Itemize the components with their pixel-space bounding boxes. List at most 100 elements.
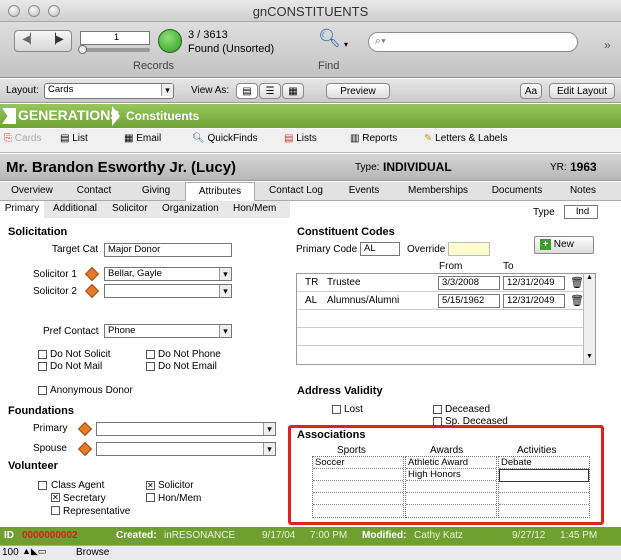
foundation-primary-select[interactable] (96, 422, 276, 436)
nav-email[interactable]: ▦ Email (124, 133, 161, 144)
tab-overview[interactable]: Overview (0, 182, 64, 201)
do-not-solicit-checkbox[interactable] (38, 350, 47, 359)
tab-memberships[interactable]: Memberships (398, 182, 478, 201)
awards-item[interactable] (406, 505, 496, 517)
awards-item[interactable]: Athletic Award (406, 457, 496, 469)
nav-lists[interactable]: ▤ Lists (284, 133, 317, 144)
tab-events[interactable]: Events (334, 182, 394, 201)
do-not-email-checkbox[interactable] (146, 362, 155, 371)
codes-scrollbar[interactable]: ▲ ▼ (583, 274, 595, 364)
solicitor-checkbox[interactable] (146, 481, 155, 490)
search-field[interactable]: ⌕▾ (368, 32, 578, 52)
toolbar-overflow-icon[interactable]: » (604, 38, 611, 52)
representative-checkbox[interactable] (51, 506, 60, 515)
delete-trash-icon[interactable]: 🗑︎ (570, 294, 584, 307)
code-cell: AL (305, 295, 318, 306)
sports-item[interactable] (313, 481, 403, 493)
mode-label[interactable]: Browse (76, 547, 109, 558)
zoom-controls-icon[interactable]: ▲◣▭ (22, 546, 46, 557)
do-not-mail-checkbox[interactable] (38, 362, 47, 371)
class-agent-checkbox[interactable] (38, 481, 47, 490)
tab-contact-log[interactable]: Contact Log (258, 182, 334, 201)
code-from-field[interactable]: 3/3/2008 (438, 276, 500, 290)
activities-item[interactable]: Debate (499, 457, 589, 469)
nav-list[interactable]: ▤ List (60, 133, 88, 144)
edit-layout-button[interactable]: Edit Layout (549, 83, 615, 99)
solicitor1-select[interactable]: Bellar, Gayle (104, 267, 232, 281)
activities-item[interactable] (499, 505, 589, 517)
solicitor1-lookup-icon[interactable] (84, 266, 100, 282)
record-slider[interactable] (78, 45, 150, 54)
pref-contact-label: Pref Contact (43, 326, 99, 337)
tab-attributes[interactable]: Attributes (185, 182, 255, 202)
sports-item[interactable] (313, 469, 403, 481)
scroll-up-icon[interactable]: ▲ (586, 274, 593, 281)
primary-code-field[interactable]: AL (360, 242, 400, 256)
next-record-icon[interactable]: ▕▶ (45, 34, 67, 49)
solicitor2-select[interactable] (104, 284, 232, 298)
awards-item[interactable] (406, 493, 496, 505)
hon-mem-checkbox[interactable] (146, 493, 155, 502)
codes-portal: TR Trustee 3/3/2008 12/31/2049 🗑︎ AL Alu… (296, 273, 596, 365)
deceased-checkbox[interactable] (433, 405, 442, 414)
foundation-primary-lookup-icon[interactable] (77, 421, 93, 437)
awards-item[interactable] (406, 481, 496, 493)
subtab-organization[interactable]: Organization (162, 203, 219, 214)
previous-record-icon[interactable]: ◀▏ (19, 34, 41, 49)
subtab-solicitor[interactable]: Solicitor (112, 203, 148, 214)
sports-item[interactable]: Soccer (313, 457, 403, 469)
nav-cards[interactable]: ⎘ Cards (4, 133, 41, 144)
nav-letters-labels[interactable]: ✎ Letters & Labels (424, 133, 507, 144)
tab-documents[interactable]: Documents (482, 182, 552, 201)
code-from-field[interactable]: 5/15/1962 (438, 294, 500, 308)
activities-item[interactable] (499, 493, 589, 505)
subtab-hon-mem[interactable]: Hon/Mem (233, 203, 276, 214)
subtab-additional[interactable]: Additional (53, 203, 97, 214)
do-not-phone-checkbox[interactable] (146, 350, 155, 359)
pref-contact-select[interactable]: Phone (104, 324, 232, 338)
format-bar-button[interactable]: Aa (520, 83, 542, 99)
awards-item[interactable]: High Honors (406, 469, 496, 481)
activities-item[interactable] (499, 482, 589, 493)
view-as-table-button[interactable]: ▦ (282, 83, 304, 99)
record-slider-thumb[interactable] (78, 45, 87, 54)
anonymous-donor-checkbox[interactable] (38, 386, 47, 395)
scroll-down-icon[interactable]: ▼ (586, 353, 593, 360)
find-magnifier-icon[interactable]: 🔍︎ (318, 28, 346, 52)
zoom-level[interactable]: 100 (2, 547, 19, 558)
override-field[interactable] (448, 242, 490, 256)
code-to-field[interactable]: 12/31/2049 (503, 294, 565, 308)
tab-contact[interactable]: Contact (64, 182, 124, 201)
nav-quickfinds[interactable]: 🔍︎ QuickFinds (192, 133, 258, 144)
preview-button[interactable]: Preview (326, 83, 390, 99)
record-navigator[interactable]: ◀▏ ▕▶ (14, 30, 72, 52)
subtab-primary[interactable]: Primary (0, 201, 44, 218)
delete-trash-icon[interactable]: 🗑︎ (570, 276, 584, 289)
activities-header: Activities (517, 445, 557, 456)
layout-select[interactable]: Cards (44, 83, 174, 99)
module-nav: ⎘ Cards ▤ List ▦ Email 🔍︎ QuickFinds ▤ L… (0, 129, 621, 153)
view-as-form-button[interactable]: ▤ (236, 83, 258, 99)
tab-giving[interactable]: Giving (124, 182, 188, 201)
record-type-field[interactable]: Ind (564, 205, 598, 219)
foundation-spouse-lookup-icon[interactable] (77, 441, 93, 457)
new-code-label: New (553, 239, 574, 250)
pref-contact-value: Phone (108, 325, 136, 336)
sub-tabs: Primary Additional Solicitor Organizatio… (0, 201, 290, 218)
sports-item[interactable] (313, 505, 403, 517)
lost-checkbox[interactable] (332, 405, 341, 414)
target-cat-field[interactable]: Major Donor (104, 243, 232, 257)
secretary-checkbox[interactable] (51, 493, 60, 502)
new-code-button[interactable]: + New (534, 236, 594, 254)
record-number-input[interactable]: 1 (80, 31, 150, 45)
view-as-list-button[interactable]: ☰ (259, 83, 281, 99)
foundation-spouse-select[interactable] (96, 442, 276, 456)
do-not-solicit-label: Do Not Solicit (50, 349, 111, 360)
sports-item[interactable] (313, 493, 403, 505)
nav-reports[interactable]: ▥ Reports (350, 133, 397, 144)
code-to-field[interactable]: 12/31/2049 (503, 276, 565, 290)
solicitor2-lookup-icon[interactable] (84, 283, 100, 299)
tab-notes[interactable]: Notes (560, 182, 606, 201)
activities-item[interactable] (499, 469, 589, 482)
find-dropdown-icon[interactable]: ▾ (344, 40, 348, 49)
